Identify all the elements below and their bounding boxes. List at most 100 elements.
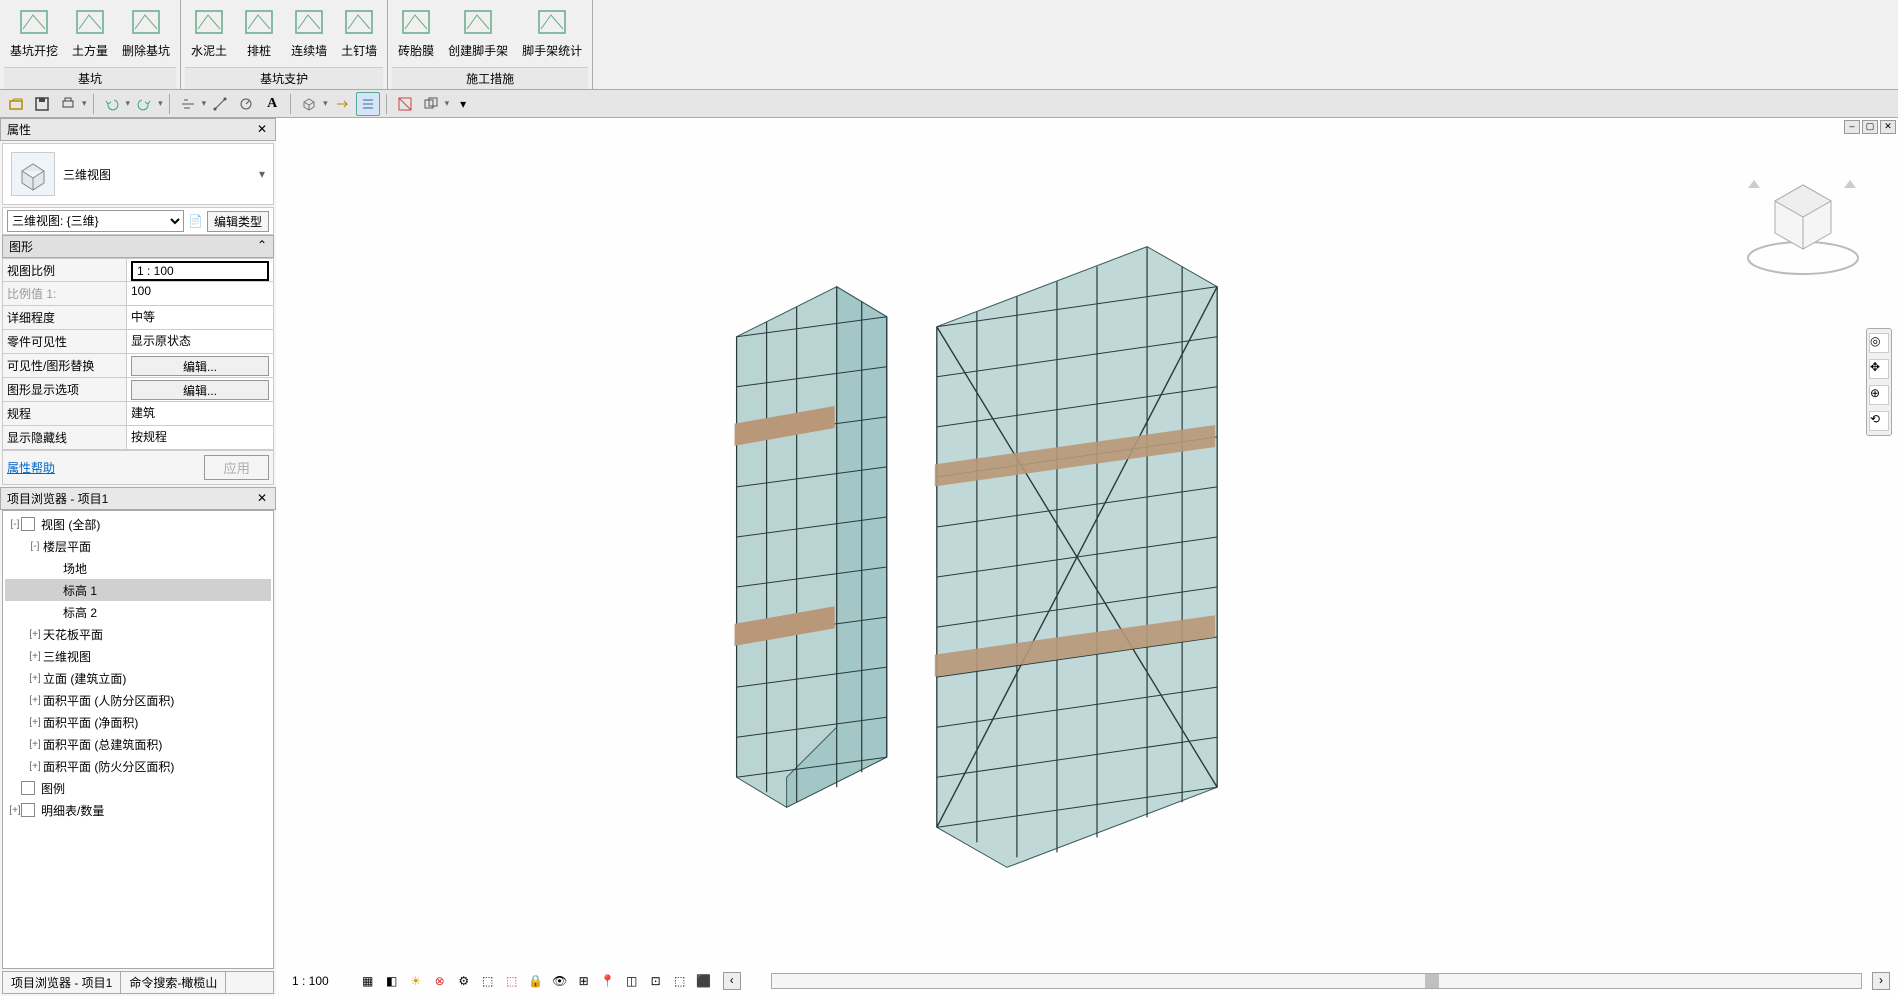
tree-toggle-icon[interactable]: [+]: [29, 717, 41, 728]
property-value[interactable]: 建筑: [127, 402, 273, 425]
3d-viewport[interactable]: – ▢ ✕: [276, 118, 1898, 996]
model-graphics-icon[interactable]: ▦: [359, 972, 377, 990]
piles-icon: [241, 4, 277, 40]
tree-toggle-icon[interactable]: [+]: [29, 761, 41, 772]
type-selector[interactable]: 三维视图 ▾: [2, 143, 274, 205]
scroll-right-icon[interactable]: ›: [1872, 972, 1890, 990]
section-box-icon[interactable]: ⬛: [695, 972, 713, 990]
section-icon[interactable]: [330, 92, 354, 116]
highlight-icon[interactable]: ⬚: [671, 972, 689, 990]
orbit-icon[interactable]: ⟲: [1869, 411, 1889, 431]
view-cube[interactable]: [1738, 158, 1868, 288]
measure-icon[interactable]: [208, 92, 232, 116]
tree-node[interactable]: [-]楼层平面: [5, 535, 271, 557]
pin-icon[interactable]: 📍: [599, 972, 617, 990]
steering-wheel-icon[interactable]: ◎: [1869, 333, 1889, 353]
properties-help-link[interactable]: 属性帮助: [7, 459, 55, 476]
property-group-header[interactable]: 图形 ⌃: [2, 235, 274, 258]
ribbon-scaffold-stat-button[interactable]: 脚手架统计: [516, 2, 588, 61]
tree-toggle-icon[interactable]: [+]: [29, 651, 41, 662]
property-label: 比例值 1:: [3, 282, 127, 305]
redo-icon[interactable]: [132, 92, 156, 116]
undo-icon[interactable]: [100, 92, 124, 116]
tree-node[interactable]: 标高 2: [5, 601, 271, 623]
align-icon[interactable]: [176, 92, 200, 116]
view-scale-input[interactable]: [131, 261, 269, 281]
ribbon-piles-button[interactable]: 排桩: [235, 2, 283, 61]
tree-node[interactable]: [+]明细表/数量: [5, 799, 271, 821]
shadows-icon[interactable]: ⊗: [431, 972, 449, 990]
apply-button[interactable]: 应用: [204, 455, 269, 480]
browser-search-tab[interactable]: 命令搜索-橄榄山: [121, 972, 226, 993]
ribbon-brick-button[interactable]: 砖胎膜: [392, 2, 440, 61]
thin-lines-icon[interactable]: [356, 92, 380, 116]
tree-node[interactable]: [+]面积平面 (总建筑面积): [5, 733, 271, 755]
window-restore-icon[interactable]: ▢: [1862, 120, 1878, 134]
tree-toggle-icon[interactable]: [-]: [29, 541, 41, 552]
ribbon-scaffold-create-button[interactable]: 创建脚手架: [442, 2, 514, 61]
ribbon-volume-button[interactable]: 土方量: [66, 2, 114, 61]
render-icon[interactable]: ⚙: [455, 972, 473, 990]
property-value[interactable]: 按规程: [127, 426, 273, 449]
ribbon-wall-button[interactable]: 连续墙: [285, 2, 333, 61]
scale-display[interactable]: 1 : 100: [292, 974, 329, 988]
tree-node[interactable]: 图例: [5, 777, 271, 799]
tree-node[interactable]: [+]天花板平面: [5, 623, 271, 645]
property-label: 详细程度: [3, 306, 127, 329]
tree-node[interactable]: [-]视图 (全部): [5, 513, 271, 535]
window-minimize-icon[interactable]: –: [1844, 120, 1860, 134]
ribbon-cement-button[interactable]: 水泥土: [185, 2, 233, 61]
close-hidden-icon[interactable]: [393, 92, 417, 116]
property-value[interactable]: 100: [127, 282, 273, 305]
project-browser-close-icon[interactable]: ✕: [255, 492, 269, 506]
property-value[interactable]: 中等: [127, 306, 273, 329]
more-icon[interactable]: ▾: [451, 92, 475, 116]
ribbon-nail-button[interactable]: 土钉墙: [335, 2, 383, 61]
open-icon[interactable]: [4, 92, 28, 116]
tree-node[interactable]: [+]立面 (建筑立面): [5, 667, 271, 689]
worksets-icon[interactable]: ◫: [623, 972, 641, 990]
tree-node[interactable]: [+]面积平面 (人防分区面积): [5, 689, 271, 711]
reveal-icon[interactable]: ⊞: [575, 972, 593, 990]
tree-toggle-icon[interactable]: [+]: [9, 805, 21, 816]
temp-hide-icon[interactable]: 👁: [551, 972, 569, 990]
analytical-icon[interactable]: ⊡: [647, 972, 665, 990]
tree-node[interactable]: [+]面积平面 (净面积): [5, 711, 271, 733]
lock-icon[interactable]: 🔒: [527, 972, 545, 990]
properties-close-icon[interactable]: ✕: [255, 123, 269, 137]
ribbon-delete-pit-button[interactable]: 删除基坑: [116, 2, 176, 61]
edit-button[interactable]: 编辑...: [131, 356, 269, 376]
browser-footer-tab[interactable]: 项目浏览器 - 项目1: [3, 972, 121, 993]
crop-icon[interactable]: ⬚: [479, 972, 497, 990]
visual-style-icon[interactable]: ◧: [383, 972, 401, 990]
tree-node[interactable]: [+]三维视图: [5, 645, 271, 667]
save-icon[interactable]: [30, 92, 54, 116]
dimension-icon[interactable]: [234, 92, 258, 116]
text-icon[interactable]: A: [260, 92, 284, 116]
edit-type-button[interactable]: 编辑类型: [207, 211, 269, 232]
horizontal-scrollbar[interactable]: [771, 973, 1862, 989]
ribbon-excavate-button[interactable]: 基坑开挖: [4, 2, 64, 61]
tree-toggle-icon[interactable]: [+]: [29, 739, 41, 750]
switch-window-icon[interactable]: [419, 92, 443, 116]
tree-toggle-icon[interactable]: [+]: [29, 673, 41, 684]
tree-toggle-icon[interactable]: [-]: [9, 519, 21, 530]
sun-path-icon[interactable]: ☀: [407, 972, 425, 990]
crop-visible-icon[interactable]: ⬚: [503, 972, 521, 990]
pan-icon[interactable]: ✥: [1869, 359, 1889, 379]
edit-button[interactable]: 编辑...: [131, 380, 269, 400]
zoom-icon[interactable]: ⊕: [1869, 385, 1889, 405]
tree-toggle-icon[interactable]: [+]: [29, 695, 41, 706]
3d-icon[interactable]: [297, 92, 321, 116]
scroll-left-icon[interactable]: ‹: [723, 972, 741, 990]
model-view[interactable]: [276, 118, 1898, 996]
tree-node[interactable]: [+]面积平面 (防火分区面积): [5, 755, 271, 777]
brick-icon: [398, 4, 434, 40]
instance-selector[interactable]: 三维视图: {三维}: [7, 210, 184, 232]
property-value[interactable]: 显示原状态: [127, 330, 273, 353]
tree-node[interactable]: 标高 1: [5, 579, 271, 601]
print-icon[interactable]: [56, 92, 80, 116]
tree-node[interactable]: 场地: [5, 557, 271, 579]
tree-toggle-icon[interactable]: [+]: [29, 629, 41, 640]
window-close-icon[interactable]: ✕: [1880, 120, 1896, 134]
